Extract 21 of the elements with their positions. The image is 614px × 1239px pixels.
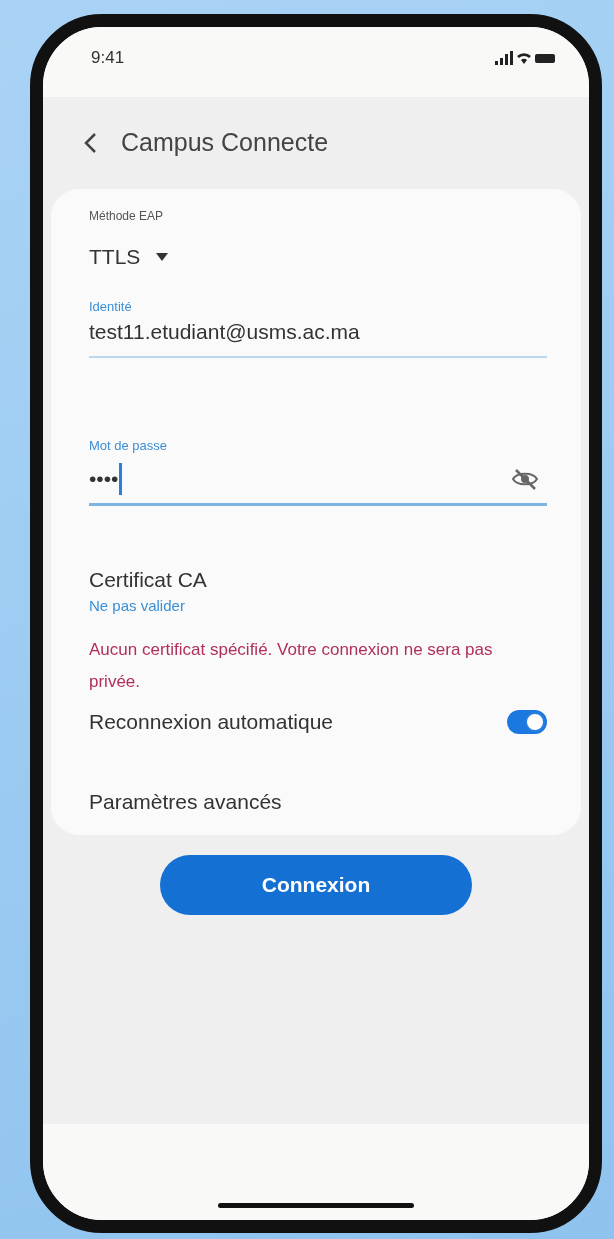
password-field[interactable]: •••• [89,455,547,506]
wifi-icon [517,52,531,64]
signal-icon [495,51,513,65]
page-title: Campus Connecte [121,127,329,159]
toggle-switch[interactable] [507,709,547,734]
back-icon[interactable] [83,132,97,154]
certificate-title[interactable]: Certificat CA [89,563,547,595]
eap-method-dropdown[interactable]: TTLS [89,241,141,273]
eye-slash-icon[interactable] [511,467,539,490]
auto-reconnect-label: Reconnexion automatique [89,709,333,736]
battery-icon [535,53,555,63]
field-label: Méthode EAP [89,208,165,225]
status-time: 9:41 [91,47,125,70]
dropdown-caret-icon[interactable] [156,252,169,261]
field-label: Mot de passe [89,436,169,455]
identity-field[interactable]: test11.etudiant@usms.ac.ma [89,320,360,343]
advanced-settings-item[interactable]: Paramètres avancés [89,785,547,818]
certificate-value: Ne pas valider [89,596,186,616]
field-label: Identité [89,297,133,316]
warning-message: Aucun certificat spécifié. Votre connexion ne sera pas privée. [89,638,494,693]
connect-button[interactable]: Connexion [160,855,472,916]
